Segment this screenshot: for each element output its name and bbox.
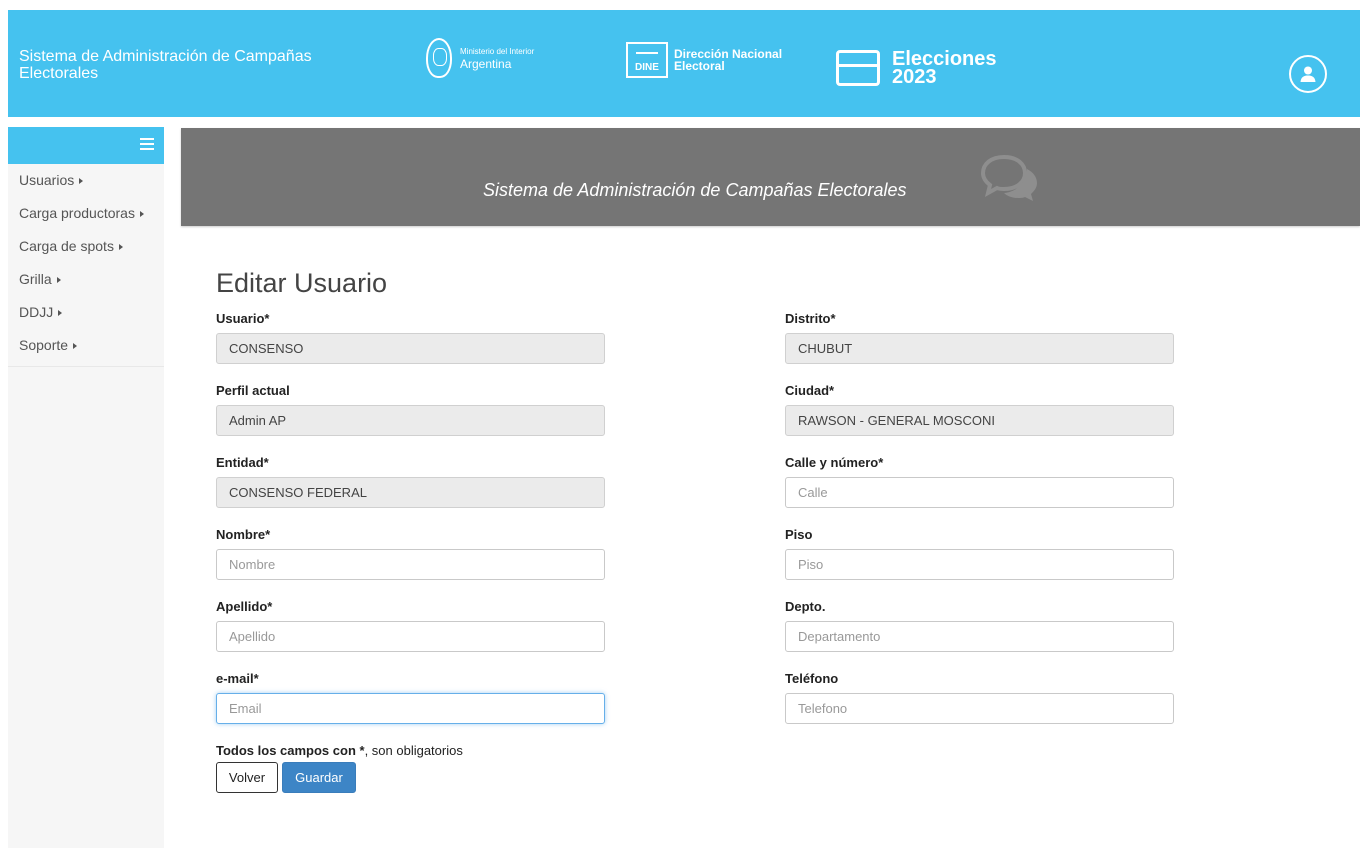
calle-field[interactable] (785, 477, 1174, 508)
depto-field[interactable] (785, 621, 1174, 652)
back-button[interactable]: Volver (216, 762, 278, 793)
sidebar-item-label: DDJJ (19, 304, 54, 320)
piso-label: Piso (785, 527, 813, 542)
apellido-field[interactable] (216, 621, 605, 652)
email-field[interactable] (216, 693, 605, 724)
piso-field[interactable] (785, 549, 1174, 580)
entidad-field[interactable] (216, 477, 605, 508)
user-menu-button[interactable] (1289, 55, 1327, 93)
perfil-actual-label: Perfil actual (216, 383, 290, 398)
usuario-field[interactable] (216, 333, 605, 364)
caret-right-icon (118, 244, 123, 251)
sidebar-item-label: Grilla (19, 271, 52, 287)
hamburger-menu-icon[interactable] (140, 138, 154, 150)
usuario-label: Usuario* (216, 311, 270, 326)
elections-logo: Elecciones 2023 (836, 49, 997, 88)
ministry-logo: Ministerio del Interior Argentina (426, 38, 534, 78)
sidebar-item-soporte[interactable]: Soporte (8, 329, 164, 362)
distrito-label: Distrito* (785, 311, 836, 326)
dine-logo: DINE Dirección Nacional Electoral (626, 42, 782, 78)
page-banner: Sistema de Administración de Campañas El… (181, 128, 1360, 226)
banner-title: Sistema de Administración de Campañas El… (483, 180, 907, 200)
ballot-box-icon (836, 50, 880, 86)
sidebar-item-ddjj[interactable]: DDJJ (8, 296, 164, 329)
sidebar-header (8, 127, 164, 164)
sidebar-item-usuarios[interactable]: Usuarios (8, 164, 164, 197)
sidebar: Usuarios Carga productoras Carga de spot… (8, 127, 164, 848)
distrito-field[interactable] (785, 333, 1174, 364)
caret-right-icon (139, 211, 144, 218)
sidebar-item-label: Soporte (19, 337, 69, 353)
elections-line-2: 2023 (892, 66, 937, 88)
caret-right-icon (56, 277, 61, 284)
caret-right-icon (58, 310, 63, 317)
required-fields-note: Todos los campos con *, son obligatorios (216, 743, 463, 758)
entidad-label: Entidad* (216, 455, 269, 470)
save-button[interactable]: Guardar (282, 762, 356, 793)
nombre-field[interactable] (216, 549, 605, 580)
nombre-label: Nombre* (216, 527, 271, 542)
perfil-actual-field[interactable] (216, 405, 605, 436)
apellido-label: Apellido* (216, 599, 273, 614)
calle-label: Calle y número* (785, 455, 884, 470)
sidebar-item-carga-productoras[interactable]: Carga productoras (8, 197, 164, 230)
dine-line-2: Electoral (674, 59, 725, 73)
ministry-country-label: Argentina (460, 57, 512, 71)
app-title: Sistema de Administración de Campañas El… (19, 48, 312, 82)
page-title: Editar Usuario (216, 268, 388, 298)
dine-badge: DINE (626, 42, 668, 78)
sidebar-item-label: Carga de spots (19, 238, 114, 254)
chat-bubbles-icon (980, 154, 1037, 201)
depto-label: Depto. (785, 599, 826, 614)
ciudad-label: Ciudad* (785, 383, 835, 398)
required-note-rest: , son obligatorios (364, 743, 463, 758)
sidebar-item-grilla[interactable]: Grilla (8, 263, 164, 296)
ciudad-field[interactable] (785, 405, 1174, 436)
required-note-bold: Todos los campos con * (216, 743, 365, 758)
coat-of-arms-icon (426, 38, 452, 78)
caret-right-icon (79, 178, 84, 185)
top-header: Sistema de Administración de Campañas El… (8, 10, 1360, 117)
sidebar-item-label: Carga productoras (19, 205, 135, 221)
user-icon (1300, 66, 1316, 82)
sidebar-menu: Usuarios Carga productoras Carga de spot… (8, 164, 164, 367)
sidebar-item-carga-de-spots[interactable]: Carga de spots (8, 230, 164, 263)
caret-right-icon (73, 343, 78, 350)
telefono-label: Teléfono (785, 671, 839, 686)
sidebar-item-label: Usuarios (19, 172, 75, 188)
email-label: e-mail* (216, 671, 259, 686)
telefono-field[interactable] (785, 693, 1174, 724)
